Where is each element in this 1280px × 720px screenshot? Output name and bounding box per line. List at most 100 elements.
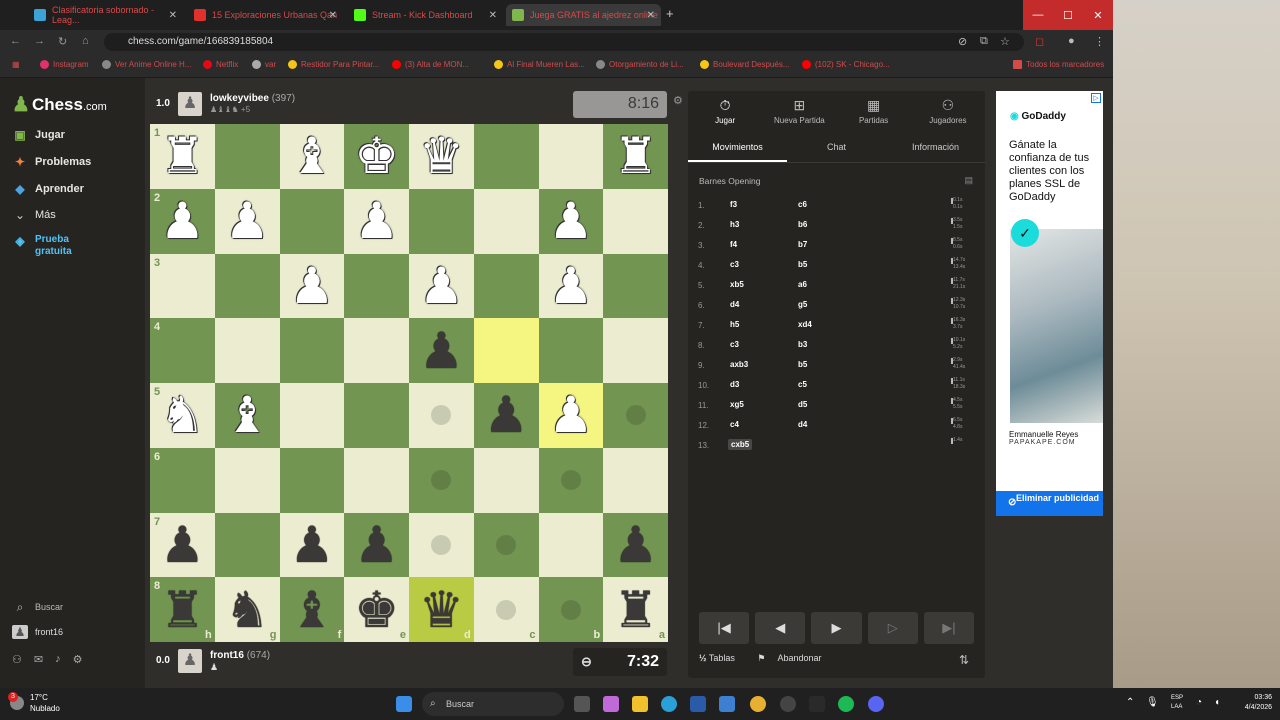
board-square[interactable] — [344, 383, 409, 448]
all-bookmarks[interactable]: Todos los marcadores — [1013, 60, 1104, 69]
remove-ads-button[interactable]: ⊘ Eliminar publicidad — [996, 491, 1103, 516]
tab-jugar[interactable]: ⏱ Jugar — [688, 91, 762, 131]
white-bishop-icon[interactable]: ♝ — [215, 383, 280, 448]
subtab-chat[interactable]: Chat — [787, 135, 886, 162]
board-square[interactable]: ♟ — [214, 188, 280, 254]
board-square[interactable] — [279, 447, 345, 513]
chevron-up-icon[interactable]: ⌃ — [1126, 697, 1134, 708]
profile-icon[interactable]: ● — [1068, 35, 1075, 47]
black-rook-icon[interactable]: ♜ — [603, 577, 668, 642]
board-square[interactable] — [473, 512, 539, 578]
board-square[interactable]: ♟ — [279, 512, 345, 578]
discord-icon[interactable] — [868, 696, 884, 712]
bookmark[interactable]: Instagram — [40, 60, 89, 69]
copilot-icon[interactable] — [603, 696, 619, 712]
resign-button[interactable]: ⚑ Abandonar — [757, 653, 831, 663]
tab-partidas[interactable]: ▦ Partidas — [837, 91, 911, 131]
white-rook-icon[interactable]: ♜ — [150, 124, 215, 189]
white-pawn-icon[interactable]: ♟ — [539, 189, 604, 254]
play-button[interactable]: ▶ — [811, 612, 862, 644]
board-square[interactable] — [538, 318, 604, 383]
draw-button[interactable]: ½ Tablas — [699, 653, 745, 663]
board-square[interactable]: 5 ♞ — [150, 383, 215, 448]
board-square[interactable]: ♟ — [538, 188, 604, 254]
spotify-icon[interactable] — [838, 696, 854, 712]
board-settings-icon[interactable]: ⚙ — [673, 94, 683, 107]
extension-icon[interactable]: ◻ — [1035, 35, 1044, 48]
top-player-name[interactable]: lowkeyvibee (397) — [210, 93, 295, 104]
board-square[interactable]: 1 ♜ — [150, 124, 215, 189]
legal-move-dot[interactable] — [496, 534, 517, 555]
opening-name[interactable]: Barnes Opening — [699, 176, 760, 186]
black-pawn-icon[interactable]: ♟ — [603, 513, 668, 578]
file-explorer-icon[interactable] — [632, 696, 648, 712]
board-square[interactable]: ♝ — [279, 124, 345, 189]
board-square[interactable]: ♟ — [603, 512, 668, 578]
advertisement[interactable]: ▷ ◉ GoDaddy Gánate la confianza de tus c… — [996, 91, 1103, 516]
board-square[interactable] — [603, 383, 668, 448]
board-square[interactable]: c — [473, 577, 539, 642]
avatar[interactable]: ♟ — [178, 649, 202, 673]
sidebar-item-mas[interactable]: ⌄ Más — [12, 208, 56, 222]
board-square[interactable] — [409, 447, 474, 513]
white-pawn-icon[interactable]: ♟ — [539, 254, 604, 319]
board-square[interactable] — [473, 447, 539, 513]
board-square[interactable]: ♝ — [214, 383, 280, 448]
tab-nueva-partida[interactable]: ⊞ Nueva Partida — [762, 91, 836, 131]
bookmark[interactable]: (102) SK - Chicago... — [802, 60, 890, 69]
board-square[interactable]: ♟ — [538, 383, 604, 448]
clock-tray[interactable]: 03:36 4/4/2026 — [1245, 693, 1272, 713]
browser-tab[interactable]: Clasificatoria sobornado - Leag... ✕ — [28, 4, 183, 26]
sidebar-item-jugar[interactable]: ▣ Jugar — [12, 128, 65, 142]
task-view-icon[interactable] — [574, 696, 590, 712]
chess-board[interactable]: 1 ♜ ♝ ♚ ♛ ♜ 2 ♟ ♟ ♟ ♟ 3 ♟ ♟ ♟ 4 ♟ 5 ♞ ♝ ♟ ♟ 6 7 ♟ ♟ ♟ ♟ 8 h ♜ g ♞ f ♝ e ♚ d ♛ c… — [150, 124, 668, 642]
white-move[interactable]: d3 — [730, 380, 739, 389]
board-square[interactable] — [473, 188, 539, 254]
board-square[interactable] — [538, 124, 604, 189]
bookmark[interactable]: var — [252, 60, 276, 69]
board-square[interactable]: 3 — [150, 253, 215, 319]
board-square[interactable]: d ♛ — [409, 577, 474, 642]
new-tab-icon[interactable]: + — [666, 6, 674, 21]
tab-jugadores[interactable]: ⚇ Jugadores — [911, 91, 985, 131]
white-move[interactable]: f4 — [730, 240, 737, 249]
board-square[interactable] — [279, 188, 345, 254]
maximize-icon[interactable]: ☐ — [1053, 0, 1083, 30]
board-square[interactable]: ♛ — [409, 124, 474, 189]
bookmark-star-icon[interactable]: ☆ — [1000, 35, 1010, 48]
sidebar-user[interactable]: ♟ front16 — [12, 625, 63, 639]
book-icon[interactable]: ▤ — [964, 175, 973, 186]
board-square[interactable] — [279, 383, 345, 448]
board-square[interactable]: b — [538, 577, 604, 642]
bookmark[interactable]: Netflix — [203, 60, 238, 69]
board-square[interactable]: 6 — [150, 447, 215, 513]
board-square[interactable] — [603, 318, 668, 383]
close-icon[interactable]: ✕ — [489, 10, 497, 21]
board-square[interactable] — [214, 253, 280, 319]
black-move[interactable]: b5 — [798, 360, 807, 369]
black-move[interactable]: d4 — [798, 420, 807, 429]
board-square[interactable]: 8 h ♜ — [150, 577, 215, 642]
board-square[interactable] — [409, 383, 474, 448]
black-move[interactable]: b3 — [798, 340, 807, 349]
white-pawn-icon[interactable]: ♟ — [280, 254, 345, 319]
minimize-icon[interactable]: — — [1023, 0, 1053, 30]
bell-icon[interactable]: ♪ — [55, 653, 61, 666]
black-move[interactable]: a6 — [798, 280, 807, 289]
board-square[interactable]: 2 ♟ — [150, 188, 215, 254]
reload-icon[interactable]: ↻ — [58, 35, 67, 48]
black-move[interactable]: b7 — [798, 240, 807, 249]
settings-icon[interactable]: ⚙ — [73, 653, 83, 666]
taskbar-search[interactable]: ⌕ Buscar — [422, 692, 564, 716]
legal-move-dot[interactable] — [431, 470, 452, 491]
white-knight-icon[interactable]: ♞ — [150, 383, 215, 448]
board-square[interactable] — [473, 318, 539, 383]
bookmark[interactable]: Ver Anime Online H... — [102, 60, 191, 69]
messages-icon[interactable]: ✉ — [34, 653, 43, 666]
white-move[interactable]: c3 — [730, 340, 739, 349]
board-square[interactable] — [344, 318, 409, 383]
white-pawn-icon[interactable]: ♟ — [215, 189, 280, 254]
white-pawn-icon[interactable]: ♟ — [344, 189, 409, 254]
mic-icon[interactable]: 🎙 — [1146, 697, 1159, 708]
close-window-icon[interactable]: ✕ — [1083, 0, 1113, 30]
